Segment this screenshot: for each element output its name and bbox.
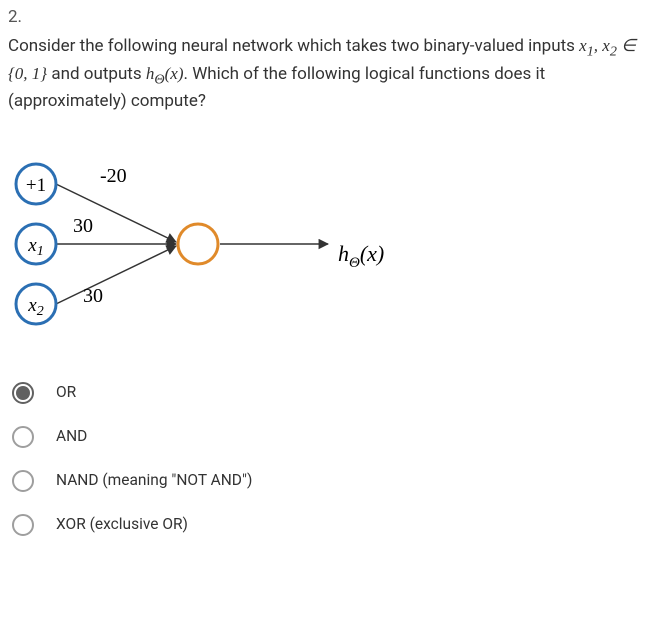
output-node [178, 224, 218, 264]
option-xor[interactable]: XOR (exclusive OR) [12, 514, 644, 536]
question-stem: Consider the following neural network wh… [8, 34, 644, 114]
stem-h: hΘ(x) [146, 64, 184, 83]
radio-icon [12, 470, 34, 492]
output-label: hΘ(x) [338, 241, 384, 271]
option-nand[interactable]: NAND (meaning "NOT AND") [12, 470, 644, 492]
stem-pre: Consider the following neural network wh… [8, 36, 579, 56]
answer-options: OR AND NAND (meaning "NOT AND") XOR (exc… [8, 382, 644, 536]
radio-icon [12, 382, 34, 404]
option-label: XOR (exclusive OR) [56, 514, 188, 536]
radio-icon [12, 514, 34, 536]
weight-x2: 30 [83, 285, 103, 307]
x1-sub: 1 [37, 244, 44, 259]
option-or[interactable]: OR [12, 382, 644, 404]
option-and[interactable]: AND [12, 426, 644, 448]
network-diagram: +1 x1 x2 -20 30 30 hΘ(x) [8, 154, 644, 342]
x2-sub: 2 [37, 304, 44, 319]
weight-bias: -20 [100, 165, 127, 187]
stem-mid: and outputs [47, 64, 146, 84]
bias-label: +1 [26, 175, 46, 196]
radio-icon [12, 426, 34, 448]
option-label: AND [56, 426, 87, 448]
weight-x1: 30 [73, 215, 93, 237]
option-label: OR [56, 382, 76, 404]
question-number: 2. [8, 6, 644, 30]
option-label: NAND (meaning "NOT AND") [56, 470, 252, 492]
